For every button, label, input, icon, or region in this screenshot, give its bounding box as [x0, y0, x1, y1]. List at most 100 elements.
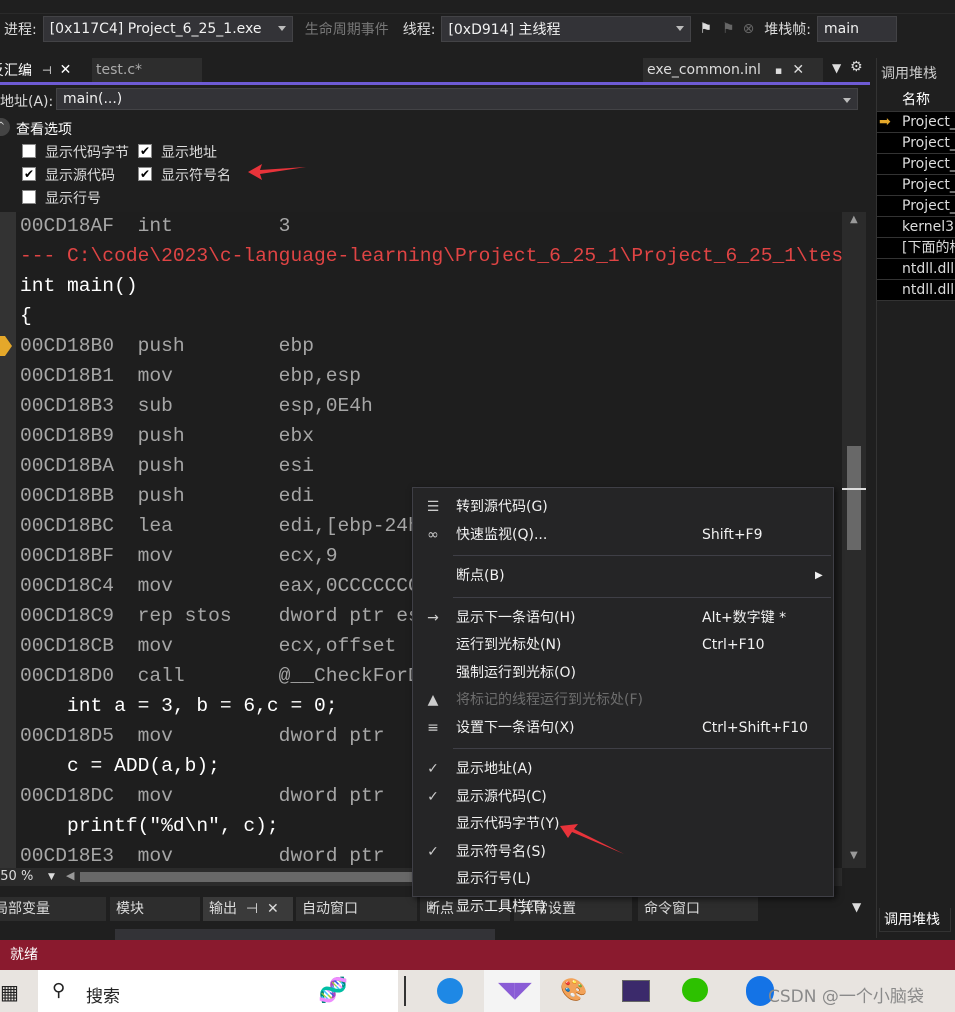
menu-item[interactable]: ∞ 快速监视(Q)... Shift+F9: [413, 522, 833, 548]
checkbox-option[interactable]: [22, 190, 36, 204]
lifecycle-events-button[interactable]: 生命周期事件: [305, 19, 389, 39]
call-stack-row[interactable]: Project_6: [877, 175, 955, 196]
checkbox-option[interactable]: ✔: [138, 167, 152, 181]
output-source-combo[interactable]: [115, 929, 495, 940]
address-value: main(...): [63, 91, 123, 107]
bottom-tab[interactable]: 局部变量: [0, 897, 106, 921]
process-combo[interactable]: [0x117C4] Project_6_25_1.exe: [42, 16, 293, 42]
top-toolbar-strip: [0, 0, 955, 14]
gear-icon[interactable]: ⚙: [850, 59, 863, 75]
file-header-line: --- C:\code\2023\c-language-learning\Pro…: [20, 245, 842, 267]
call-stack-row[interactable]: Project_6: [877, 133, 955, 154]
collapse-icon[interactable]: ^: [0, 118, 10, 136]
checkbox-option[interactable]: ✔: [138, 144, 152, 158]
menu-item-label: 显示工具栏(T): [456, 898, 546, 915]
checkbox-option[interactable]: ✔: [22, 167, 36, 181]
scroll-position-marker: [842, 488, 866, 490]
thread-icon[interactable]: ⚑: [722, 21, 735, 37]
frame-name: [下面的框: [902, 240, 955, 256]
vertical-scrollbar[interactable]: ▲ ▼: [842, 212, 866, 868]
call-stack-row[interactable]: Project_6: [877, 196, 955, 217]
bottom-tab[interactable]: 输出 ⊣ ✕: [203, 897, 293, 921]
tab-list-dropdown-icon[interactable]: ▼: [832, 61, 841, 75]
checkbox-option[interactable]: [22, 144, 36, 158]
pin-icon[interactable]: ⊣ ✕: [237, 901, 279, 917]
edge-icon[interactable]: [437, 978, 463, 1004]
menu-item-label: 将标记的线程运行到光标处(F): [456, 692, 643, 708]
zoom-combo[interactable]: 150 %▼: [0, 868, 62, 886]
menu-item[interactable]: ✓ 显示地址(A): [413, 756, 833, 782]
menu-item[interactable]: 强制运行到光标(O): [413, 660, 833, 686]
call-stack-tab[interactable]: 调用堆栈: [879, 908, 951, 932]
menu-item[interactable]: ✓ 显示工具栏(T): [413, 894, 833, 920]
menu-item[interactable]: → 显示下一条语句(H) Alt+数字键 *: [413, 605, 833, 631]
bottom-tab[interactable]: 自动窗口: [296, 897, 417, 921]
flag-icon[interactable]: ⚑: [699, 21, 712, 37]
menu-item[interactable]: 运行到光标处(N) Ctrl+F10: [413, 632, 833, 658]
pin-icon[interactable]: ⊣: [42, 64, 52, 77]
set-next-icon: ≡: [427, 719, 439, 736]
tab-disassembly[interactable]: 反汇编 ⊣ ✕: [0, 58, 92, 82]
paint-icon[interactable]: 🎨: [560, 978, 587, 1003]
checkbox-label: 显示行号: [45, 191, 101, 207]
menu-item[interactable]: 显示行号(L): [413, 866, 833, 892]
visual-studio-icon[interactable]: ◥◤: [484, 970, 540, 1012]
call-stack-row[interactable]: [下面的框: [877, 238, 955, 259]
checkbox-label: 显示地址: [161, 145, 217, 161]
chevron-down-icon: [277, 26, 286, 31]
frame-name: Project_6: [902, 114, 955, 130]
terminal-icon[interactable]: [622, 980, 650, 1002]
address-label: 地址(A):: [0, 94, 54, 110]
asm-line: 00CD18DC mov dword ptr: [20, 785, 385, 807]
stackframe-combo[interactable]: main: [817, 16, 898, 42]
call-stack-row[interactable]: ➡ Project_6: [877, 112, 955, 133]
menu-item[interactable]: 断点(B) ▶: [413, 563, 833, 589]
menu-item-label: 显示符号名(S): [456, 843, 546, 860]
search-placeholder: 搜索: [86, 987, 120, 1007]
column-header-name[interactable]: 名称: [902, 89, 930, 109]
menu-item-label: 显示代码字节(Y): [456, 816, 560, 832]
zoom-value: 150 %: [0, 869, 34, 884]
address-bar: 地址(A): main(...): [0, 86, 870, 114]
call-stack-panel: 调用堆栈 名称 ➡ Project_6 Project_6 Project_6 Proj…: [876, 58, 955, 938]
wechat-icon[interactable]: [682, 978, 708, 1002]
close-icon[interactable]: ✕: [60, 62, 72, 78]
bottom-tab-label: 局部变量: [0, 901, 50, 917]
frame-name: kernel32: [902, 219, 955, 235]
address-input[interactable]: main(...): [56, 88, 858, 110]
thread-combo[interactable]: [0xD914] 主线程: [441, 16, 692, 42]
search-icon: ⚲: [52, 980, 66, 1001]
checkbox-label: 显示代码字节: [45, 145, 129, 161]
windows-start-icon[interactable]: ▦: [0, 980, 19, 1004]
menu-item-label: 显示源代码(C): [456, 788, 547, 805]
menu-item[interactable]: ✓ 显示源代码(C): [413, 784, 833, 810]
tab-overflow-icon[interactable]: ▼: [852, 900, 861, 914]
menu-item[interactable]: ☰ 转到源代码(G): [413, 494, 833, 520]
task-view-icon[interactable]: [404, 976, 406, 1006]
link-icon[interactable]: ⊗: [743, 21, 755, 37]
call-stack-row[interactable]: ntdll.dll!: [877, 259, 955, 280]
tab-exe-common[interactable]: exe_common.inl ▪ ✕: [643, 58, 823, 82]
menu-item-label: 显示下一条语句(H): [456, 609, 576, 626]
call-stack-row[interactable]: kernel32: [877, 217, 955, 238]
close-icon[interactable]: ✕: [792, 62, 804, 78]
call-stack-row[interactable]: Project_6: [877, 154, 955, 175]
menu-item[interactable]: ≡ 设置下一条语句(X) Ctrl+Shift+F10: [413, 715, 833, 741]
asm-line: 00CD18BA push esi: [20, 455, 314, 477]
thread-label: 线程:: [402, 22, 436, 38]
tab-test-c[interactable]: test.c*: [92, 58, 202, 82]
status-bar: 就绪: [0, 940, 955, 970]
call-stack-title: 调用堆栈: [881, 66, 937, 82]
thread-value: [0xD914] 主线程: [448, 22, 561, 38]
cursor-icon: ▲: [427, 692, 439, 708]
frame-name: ntdll.dll!: [902, 261, 955, 277]
asm-line: 00CD18C4 mov eax,0CCCCCCCCh: [20, 575, 444, 597]
taskbar-search[interactable]: ⚲ 搜索 🧬: [38, 970, 398, 1012]
menu-item-label: 设置下一条语句(X): [456, 719, 575, 736]
source-line: int main(): [20, 275, 138, 297]
bottom-tab[interactable]: 模块: [110, 897, 200, 921]
call-stack-row[interactable]: ntdll.dll!: [877, 280, 955, 301]
scrollbar-thumb[interactable]: [847, 446, 861, 550]
pin-icon[interactable]: ▪: [775, 64, 782, 77]
menu-item[interactable]: ▲ 将标记的线程运行到光标处(F): [413, 687, 833, 713]
